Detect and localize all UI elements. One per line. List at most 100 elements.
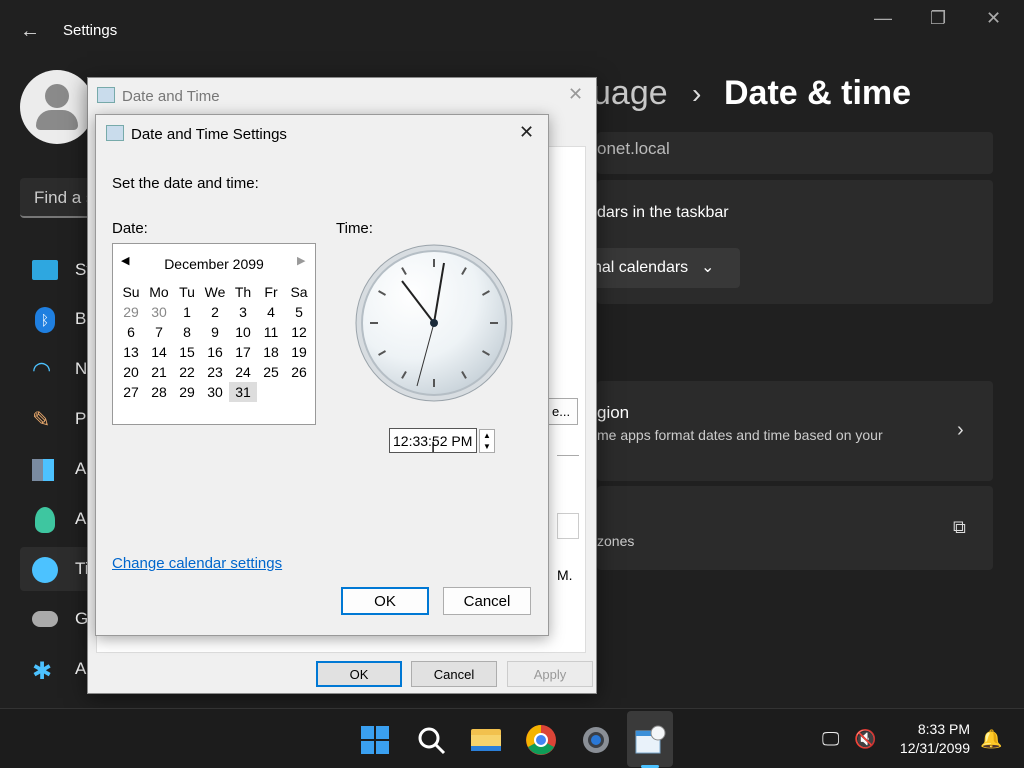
restore-icon[interactable]: ❐ [930, 8, 946, 29]
calendar-day[interactable]: 4 [257, 302, 285, 322]
close-icon[interactable]: ✕ [519, 122, 534, 143]
back-arrow-icon[interactable]: ← [20, 20, 40, 43]
calendar-grid: Su Mo Tu We Th Fr Sa 29 30 1 2 3 4 5 6 7 8 9 10 11 12 13 14 15 1… [117, 282, 313, 402]
chevron-right-icon: › [957, 419, 964, 441]
calendar-day[interactable]: 22 [173, 362, 201, 382]
setting-card-domain: onet.local [597, 132, 993, 174]
change-date-button[interactable]: e... [547, 398, 578, 425]
calendar-day[interactable]: 13 [117, 342, 145, 362]
weekday-header: Th [234, 284, 252, 300]
calendar-day[interactable]: 18 [257, 342, 285, 362]
cancel-button[interactable]: Cancel [443, 587, 531, 615]
calendar-day[interactable]: 1 [173, 302, 201, 322]
calendar-day[interactable]: 25 [257, 362, 285, 382]
spin-up-icon[interactable]: ▲ [480, 430, 494, 441]
setting-card-time-zones[interactable]: zones ⧉ [597, 486, 993, 570]
ok-button[interactable]: OK [341, 587, 429, 615]
chevron-down-icon: ⌄ [701, 259, 715, 276]
calendar-day[interactable]: 31 [229, 382, 257, 402]
date-label: Date: [112, 220, 148, 237]
calendar-day[interactable]: 30 [145, 302, 173, 322]
start-icon[interactable] [358, 723, 392, 757]
calendars-dropdown[interactable]: nal calendars ⌄ [593, 248, 740, 288]
network-icon: ◠ [32, 357, 52, 382]
clock-time[interactable]: 8:33 PM [900, 721, 970, 737]
weekday-header: Mo [149, 284, 169, 300]
setting-card-region[interactable]: gion me apps format dates and time based… [597, 381, 993, 481]
calendar-day[interactable]: 7 [145, 322, 173, 342]
search-icon[interactable] [414, 723, 448, 757]
notification-bell-icon[interactable]: 🔔 [980, 729, 1002, 750]
time-language-icon [32, 557, 58, 583]
minimize-icon[interactable]: — [874, 8, 892, 29]
date-time-app-icon [97, 87, 115, 103]
calendar-day[interactable]: 20 [117, 362, 145, 382]
avatar[interactable] [20, 70, 94, 144]
network-status-icon[interactable]: 🖵 [822, 729, 839, 750]
settings-app-icon[interactable] [579, 723, 613, 757]
apply-button[interactable]: Apply [507, 661, 593, 687]
calendar-day[interactable]: 9 [201, 322, 229, 342]
calendar-day[interactable]: 6 [117, 322, 145, 342]
ok-button[interactable]: OK [316, 661, 402, 687]
calendar-day[interactable]: 15 [173, 342, 201, 362]
calendar-day[interactable]: 12 [285, 322, 313, 342]
calendar-day[interactable]: 19 [285, 342, 313, 362]
calendar-month[interactable]: December 2099 [113, 256, 315, 272]
calendar-day[interactable]: 29 [117, 302, 145, 322]
date-time-settings-dialog: Date and Time Settings ✕ Set the date an… [95, 114, 549, 636]
calendar-day[interactable]: 17 [229, 342, 257, 362]
file-explorer-icon[interactable] [469, 723, 503, 757]
card-description: me apps format dates and time based on y… [597, 427, 883, 443]
taskbar: 🖵 🔇 8:33 PM 12/31/2099 🔔 [0, 708, 1024, 768]
calendar-day[interactable]: 14 [145, 342, 173, 362]
close-icon[interactable]: ✕ [986, 8, 1001, 29]
dialog-title: Date and Time [122, 88, 220, 105]
change-calendar-settings-link[interactable]: Change calendar settings [112, 555, 282, 572]
time-spinner[interactable]: ▲ ▼ [479, 429, 495, 453]
dialog-title: Date and Time Settings [131, 126, 287, 143]
calendar-day[interactable]: 21 [145, 362, 173, 382]
close-icon[interactable]: ✕ [568, 84, 583, 105]
breadcrumb-chevron-icon: › [692, 78, 702, 109]
calendar-day[interactable]: 16 [201, 342, 229, 362]
calendar-day[interactable]: 24 [229, 362, 257, 382]
calendar-day[interactable]: 10 [229, 322, 257, 342]
calendar-day[interactable]: 29 [173, 382, 201, 402]
calendar-day[interactable]: 27 [117, 382, 145, 402]
breadcrumb-parent[interactable]: uage [592, 74, 668, 113]
accessibility-icon: ✱ [32, 658, 53, 685]
calendar-day[interactable]: 30 [201, 382, 229, 402]
volume-muted-icon[interactable]: 🔇 [854, 729, 876, 750]
date-time-app-icon[interactable] [633, 723, 667, 757]
page-title: Date & time [724, 74, 912, 112]
system-icon [32, 260, 58, 280]
weekday-header: We [204, 284, 226, 300]
weekday-header: Su [122, 284, 140, 300]
clock-date[interactable]: 12/31/2099 [890, 740, 970, 756]
calendar-day[interactable]: 28 [145, 382, 173, 402]
gaming-icon [32, 611, 58, 627]
calendar-day[interactable]: 2 [201, 302, 229, 322]
weekday-header: Fr [264, 284, 278, 300]
card-title: dars in the taskbar [597, 204, 729, 221]
calendar: ◀ December 2099 ▶ Su Mo Tu We Th Fr Sa 29 30 1 2 3 4… [112, 243, 316, 425]
card-text: onet.local [597, 139, 670, 158]
calendar-day[interactable]: 3 [229, 302, 257, 322]
calendar-day[interactable]: 5 [285, 302, 313, 322]
text-cursor-icon: I [431, 439, 436, 456]
external-link-icon: ⧉ [953, 517, 966, 537]
calendar-day[interactable]: 26 [285, 362, 313, 382]
prompt-text: Set the date and time: [112, 175, 259, 192]
calendar-day[interactable]: 8 [173, 322, 201, 342]
cancel-button[interactable]: Cancel [411, 661, 497, 687]
chrome-icon[interactable] [524, 723, 558, 757]
card-title: gion [597, 403, 630, 422]
weekday-header: Sa [290, 284, 308, 300]
time-zone-button[interactable] [557, 513, 579, 539]
calendar-day[interactable]: 23 [201, 362, 229, 382]
next-month-icon[interactable]: ▶ [297, 254, 305, 267]
spin-down-icon[interactable]: ▼ [480, 441, 494, 452]
calendar-day[interactable]: 11 [257, 322, 285, 342]
calendar-empty [285, 382, 313, 402]
